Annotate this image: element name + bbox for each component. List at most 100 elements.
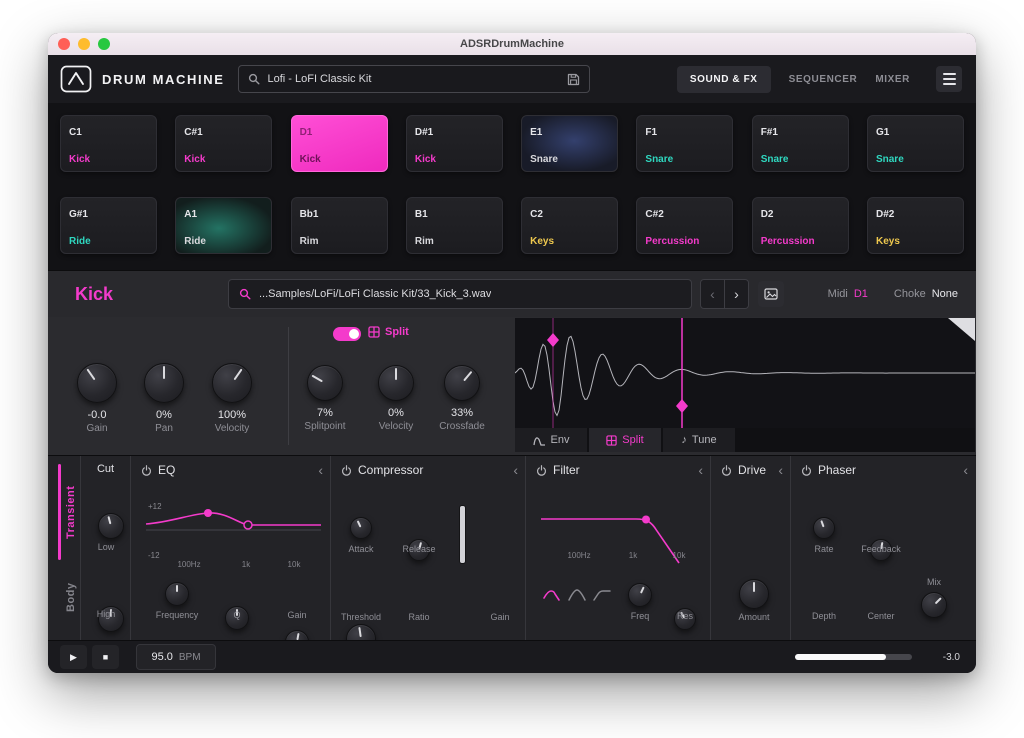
header-nav: SOUND & FX SEQUENCER MIXER <box>677 66 962 93</box>
cut-mode-label[interactable]: Cut <box>81 463 130 475</box>
tab-tune[interactable]: ♪ Tune <box>663 428 735 452</box>
collapse-icon[interactable]: ‹ <box>698 463 703 477</box>
eq-graph[interactable]: +12 -12 100Hz 1k 10k <box>146 498 321 568</box>
collapse-icon[interactable]: ‹ <box>963 463 968 477</box>
filter-title: Filter <box>553 463 580 477</box>
midi-value[interactable]: D1 <box>854 288 868 300</box>
minimize-window-button[interactable] <box>78 38 90 50</box>
sample-end-marker[interactable] <box>948 318 975 341</box>
lowpass-filter-icon[interactable] <box>542 588 562 602</box>
pad-bb1[interactable]: Bb1Rim <box>291 197 388 254</box>
pan-label: Pan <box>155 423 173 434</box>
power-icon[interactable] <box>536 465 547 476</box>
split-start-marker-handle[interactable] <box>547 333 559 347</box>
svg-text:-12: -12 <box>148 551 160 560</box>
attack-knob[interactable] <box>350 517 372 539</box>
search-icon <box>248 73 260 85</box>
pad-fsharp1[interactable]: F#1Snare <box>752 115 849 172</box>
pad-d1-selected[interactable]: D1Kick <box>291 115 388 172</box>
pad-csharp1[interactable]: C#1Kick <box>175 115 272 172</box>
pad-e1[interactable]: E1Snare <box>521 115 618 172</box>
split-toggle[interactable] <box>333 327 361 341</box>
bpm-display[interactable]: 95.0 BPM <box>136 644 216 670</box>
tab-env[interactable]: Env <box>515 428 587 452</box>
power-icon[interactable] <box>341 465 352 476</box>
collapse-icon[interactable]: ‹ <box>513 463 518 477</box>
menu-button[interactable] <box>936 66 962 92</box>
phaser-rate-label: Rate <box>794 544 854 554</box>
ratio-label: Ratio <box>389 612 449 622</box>
tab-mixer[interactable]: MIXER <box>875 74 910 85</box>
master-volume-slider[interactable] <box>795 654 912 660</box>
fx-rail-body[interactable]: Body <box>63 568 79 626</box>
pad-name: Keys <box>530 236 554 247</box>
eq-band-handle-selected[interactable] <box>244 521 252 529</box>
pad-a1[interactable]: A1Ride <box>175 197 272 254</box>
divider <box>288 327 289 445</box>
next-sample-button[interactable]: › <box>725 280 748 308</box>
collapse-icon[interactable]: ‹ <box>778 463 783 477</box>
splitpoint-marker-handle[interactable] <box>676 399 688 413</box>
svg-text:10k: 10k <box>673 551 687 560</box>
gain-knob[interactable] <box>77 363 117 403</box>
pad-note: D#1 <box>415 127 433 138</box>
waveform-view-button[interactable] <box>758 281 784 307</box>
choke-value[interactable]: None <box>932 288 958 300</box>
stop-button[interactable]: ■ <box>92 645 119 669</box>
pad-name: Ride <box>69 236 91 247</box>
waveform-display[interactable] <box>515 318 975 428</box>
pad-b1[interactable]: B1Rim <box>406 197 503 254</box>
phaser-rate-knob[interactable] <box>813 517 835 539</box>
pan-knob[interactable] <box>144 363 184 403</box>
bandpass-filter-icon[interactable] <box>567 588 587 602</box>
power-icon[interactable] <box>721 465 732 476</box>
pad-name: Snare <box>761 154 789 165</box>
play-button[interactable]: ▶ <box>60 645 87 669</box>
crossfade-knob[interactable] <box>444 365 480 401</box>
sample-nav: ‹ › <box>700 279 749 309</box>
pad-d2[interactable]: D2Percussion <box>752 197 849 254</box>
threshold-label: Threshold <box>331 612 391 622</box>
eq-band-handle[interactable] <box>204 509 212 517</box>
pad-gsharp1[interactable]: G#1Ride <box>60 197 157 254</box>
pad-name: Rim <box>300 236 319 247</box>
svg-text:+12: +12 <box>148 502 162 511</box>
drive-amount-knob[interactable] <box>739 579 769 609</box>
pad-name: Kick <box>69 154 90 165</box>
close-window-button[interactable] <box>58 38 70 50</box>
tab-split[interactable]: Split <box>589 428 661 452</box>
tab-sequencer[interactable]: SEQUENCER <box>789 74 858 85</box>
tab-sound-fx[interactable]: SOUND & FX <box>677 66 771 93</box>
pad-f1[interactable]: F1Snare <box>636 115 733 172</box>
phaser-title: Phaser <box>818 463 856 477</box>
fx-rail-transient[interactable]: Transient <box>63 464 79 560</box>
pad-dsharp2[interactable]: D#2Keys <box>867 197 964 254</box>
cut-low-knob[interactable] <box>98 513 124 539</box>
waveform <box>515 336 975 415</box>
zoom-window-button[interactable] <box>98 38 110 50</box>
pad-g1[interactable]: G1Snare <box>867 115 964 172</box>
pad-csharp2[interactable]: C#2Percussion <box>636 197 733 254</box>
filter-cutoff-handle[interactable] <box>642 516 650 524</box>
pad-c2[interactable]: C2Keys <box>521 197 618 254</box>
velocity-knob[interactable] <box>212 363 252 403</box>
power-icon[interactable] <box>141 465 152 476</box>
sample-search-field[interactable]: ...Samples/LoFi/LoFi Classic Kit/33_Kick… <box>228 279 692 309</box>
transient-active-bar <box>58 464 61 560</box>
kit-search-field[interactable]: Lofi - LoFI Classic Kit <box>238 65 590 93</box>
pad-dsharp1[interactable]: D#1Kick <box>406 115 503 172</box>
filter-freq-knob[interactable] <box>628 583 652 607</box>
filter-graph[interactable]: 100Hz 1k 10k <box>541 501 701 565</box>
highpass-filter-icon[interactable] <box>592 588 612 602</box>
splitpoint-knob[interactable] <box>307 365 343 401</box>
pad-c1[interactable]: C1Kick <box>60 115 157 172</box>
collapse-icon[interactable]: ‹ <box>318 463 323 477</box>
phaser-mix-knob[interactable] <box>921 592 947 618</box>
split-label-text: Split <box>385 326 409 338</box>
gain-value: -0.0 <box>88 409 107 421</box>
save-kit-icon[interactable] <box>567 73 580 86</box>
split-velocity-knob[interactable] <box>378 365 414 401</box>
power-icon[interactable] <box>801 465 812 476</box>
previous-sample-button[interactable]: ‹ <box>701 280 725 308</box>
eq-frequency-knob[interactable] <box>165 582 189 606</box>
